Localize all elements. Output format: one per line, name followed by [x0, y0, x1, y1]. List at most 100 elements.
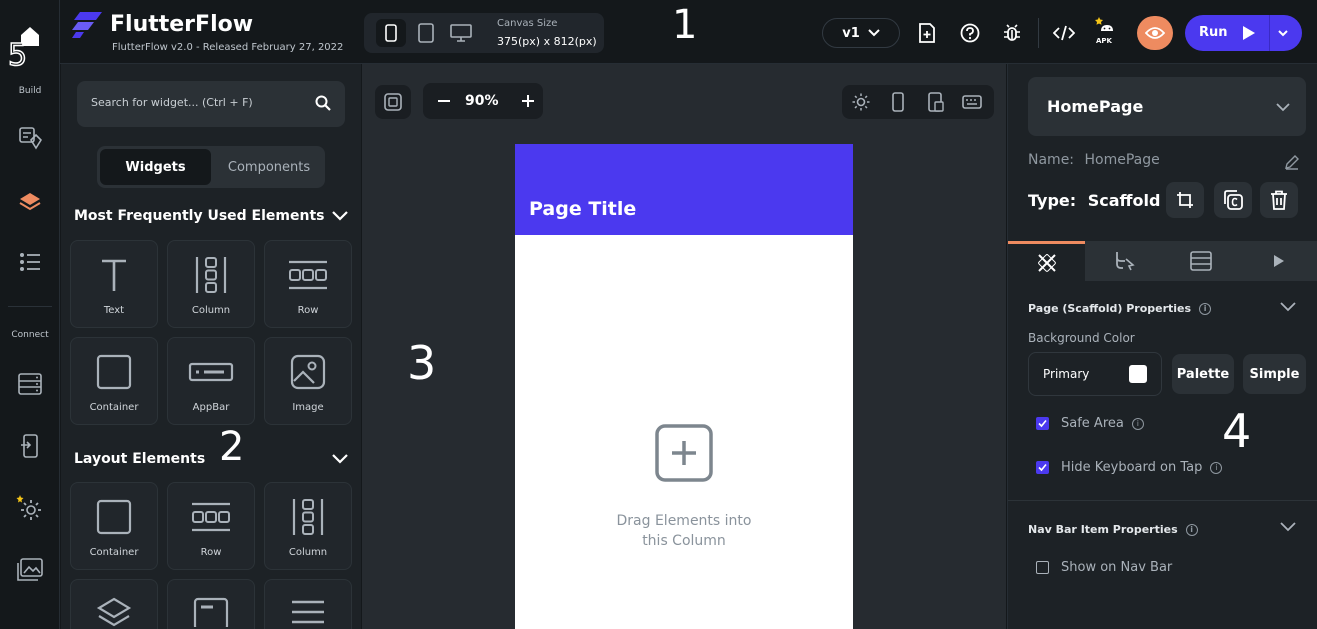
widget-tile-label: Row	[297, 305, 319, 316]
hide-keyboard-checkbox[interactable]	[1036, 461, 1049, 474]
container-icon	[96, 499, 132, 535]
widget-tile-row[interactable]: Row	[264, 240, 352, 328]
zoom-in-icon[interactable]	[522, 95, 534, 107]
show-nav-checkbox[interactable]	[1036, 561, 1049, 574]
info-icon[interactable]: i	[1210, 461, 1223, 474]
rail-connect-label: Connect	[11, 330, 49, 340]
tab-widgets[interactable]: Widgets	[100, 149, 211, 185]
type-value: Scaffold	[1087, 191, 1161, 210]
hide-keyboard-label: Hide Keyboard on Tap	[1061, 460, 1203, 475]
rail-tree[interactable]	[14, 246, 46, 278]
edit-icon[interactable]	[1284, 154, 1300, 170]
page-selector[interactable]: HomePage	[1028, 77, 1306, 136]
copy-button[interactable]	[1214, 182, 1252, 218]
info-icon[interactable]: i	[1131, 417, 1144, 430]
version-dropdown[interactable]: v1	[822, 18, 900, 48]
widget-tile-row[interactable]: Row	[167, 482, 255, 570]
widget-tile-text[interactable]: Text	[70, 240, 158, 328]
name-value[interactable]: HomePage	[1084, 152, 1159, 168]
rail-api[interactable]	[14, 430, 46, 462]
canvas-size-label: Canvas Size	[497, 18, 558, 29]
section-layout-title: Layout Elements	[74, 451, 206, 467]
zoom-control: 90%	[423, 83, 543, 119]
crop-icon	[1177, 192, 1193, 208]
tab-components[interactable]: Components	[215, 149, 323, 185]
chevron-down-icon[interactable]	[331, 210, 349, 222]
canvas-size-value: 375(px) x 812(px)	[497, 35, 597, 48]
canvas-area[interactable]: 90% Page Title Drag Elements into this C…	[362, 64, 1006, 629]
preview-page-title[interactable]: Page Title	[529, 198, 636, 220]
left-rail: Build Connect	[0, 0, 60, 629]
page-properties-section: Page (Scaffold) Properties i	[1028, 302, 1212, 315]
rail-layers[interactable]	[14, 186, 46, 218]
phone-preview[interactable]: Page Title Drag Elements into this Colum…	[515, 144, 853, 629]
background-color-field[interactable]: Primary	[1028, 352, 1162, 396]
phone-frame-icon[interactable]	[892, 92, 904, 112]
info-icon[interactable]: i	[1185, 524, 1198, 536]
widget-tile-listview[interactable]	[264, 579, 352, 629]
keyboard-icon[interactable]	[962, 95, 982, 109]
tab-backend-query[interactable]	[1162, 241, 1240, 281]
search-input[interactable]: Search for widget... (Ctrl + F)	[91, 96, 253, 109]
view-code-button[interactable]	[1051, 20, 1077, 46]
rail-theme[interactable]	[14, 122, 46, 154]
desktop-device-button[interactable]	[446, 19, 476, 47]
safe-area-label: Safe Area	[1061, 416, 1124, 431]
chevron-down-icon[interactable]	[1280, 522, 1296, 532]
widget-tile-column[interactable]: Column	[264, 482, 352, 570]
widget-tile-appbar[interactable]: AppBar	[167, 337, 255, 425]
background-color-label: Background Color	[1028, 331, 1135, 345]
tab-properties[interactable]	[1008, 241, 1085, 281]
column-icon	[292, 499, 324, 535]
simple-button[interactable]: Simple	[1243, 354, 1306, 394]
rail-database[interactable]	[14, 368, 46, 400]
android-icon	[1095, 17, 1113, 31]
chevron-down-icon[interactable]	[1280, 302, 1296, 312]
new-page-button[interactable]	[914, 20, 940, 46]
widget-tile-container[interactable]: Container	[70, 482, 158, 570]
show-nav-row: Show on Nav Bar	[1036, 560, 1172, 575]
annotation-3: 3	[407, 336, 437, 390]
preview-app-bar[interactable]: Page Title	[515, 144, 853, 235]
zoom-out-icon[interactable]	[438, 100, 450, 102]
chevron-down-icon[interactable]	[1277, 25, 1289, 41]
sun-icon[interactable]	[852, 93, 870, 111]
flutterflow-editor: FlutterFlow FlutterFlow v2.0 - Released …	[0, 0, 1317, 629]
search-icon	[315, 95, 331, 111]
run-button[interactable]: Run	[1185, 15, 1302, 51]
preview-button[interactable]	[1137, 16, 1173, 50]
text-icon	[102, 259, 126, 291]
responsive-icon[interactable]	[928, 92, 944, 112]
delete-button[interactable]	[1260, 182, 1298, 218]
widget-search[interactable]: Search for widget... (Ctrl + F)	[77, 81, 345, 127]
nav-bar-title: Nav Bar Item Properties	[1028, 523, 1178, 536]
tab-actions[interactable]	[1085, 241, 1162, 281]
trash-icon	[1271, 190, 1287, 210]
widget-tile-image[interactable]: Image	[264, 337, 352, 425]
rail-media[interactable]	[14, 554, 46, 586]
release-info: FlutterFlow v2.0 - Released February 27,…	[112, 42, 344, 53]
palette-button[interactable]: Palette	[1172, 354, 1234, 394]
widget-tile-container[interactable]: Container	[70, 337, 158, 425]
widget-tile-card[interactable]	[167, 579, 255, 629]
tab-animations[interactable]	[1240, 241, 1317, 281]
phone-device-button[interactable]	[376, 19, 406, 47]
help-button[interactable]	[957, 20, 983, 46]
properties-icon	[1037, 253, 1056, 272]
info-icon[interactable]: i	[1199, 303, 1212, 315]
debug-button[interactable]	[999, 20, 1025, 46]
widget-tile-column[interactable]: Column	[167, 240, 255, 328]
canvas-shortcut-button[interactable]	[375, 85, 411, 119]
safe-area-checkbox[interactable]	[1036, 417, 1049, 430]
tablet-device-button[interactable]	[411, 19, 441, 47]
widget-panel: Search for widget... (Ctrl + F) Widgets …	[61, 64, 361, 629]
chevron-down-icon[interactable]	[331, 453, 349, 465]
annotation-2: 2	[219, 424, 245, 470]
widget-tile-stack[interactable]	[70, 579, 158, 629]
rail-settings[interactable]	[14, 492, 46, 524]
convert-button[interactable]	[1166, 182, 1204, 218]
hide-keyboard-row: Hide Keyboard on Tap i	[1036, 460, 1223, 475]
add-element-icon[interactable]	[655, 424, 713, 482]
show-nav-label: Show on Nav Bar	[1061, 560, 1173, 575]
widget-tile-label: AppBar	[192, 402, 230, 413]
